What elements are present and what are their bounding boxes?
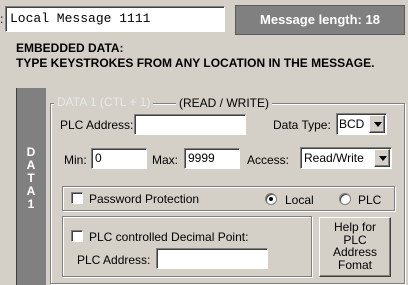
decimal-point-label[interactable]: PLC controlled Decimal Point:	[89, 230, 248, 244]
help-plc-address-format-button[interactable]: Help for PLC Address Fomat	[319, 217, 391, 277]
chevron-down-icon[interactable]	[369, 115, 385, 133]
access-note: (READ / WRITE)	[176, 96, 272, 110]
help-line: Help for	[333, 220, 377, 234]
access-select[interactable]: Read/Write	[300, 147, 392, 169]
side-letter: 1	[27, 197, 35, 211]
radio-plc[interactable]	[339, 193, 351, 205]
data-type-select[interactable]: BCD	[336, 113, 387, 135]
min-input[interactable]: 0	[91, 148, 147, 169]
plc-address-input[interactable]	[134, 114, 246, 135]
max-label: Max:	[152, 153, 179, 167]
message-name-value: Local Message 1111	[10, 11, 151, 26]
min-value: 0	[95, 151, 102, 165]
message-length-panel: Message length: 18	[235, 5, 405, 35]
password-protection-label[interactable]: Password Protection	[89, 192, 199, 206]
max-value: 9999	[188, 151, 215, 165]
chevron-down-icon[interactable]	[374, 149, 390, 167]
decimal-point-checkbox[interactable]	[71, 230, 83, 242]
decimal-address-label: PLC Address:	[77, 253, 151, 267]
max-input[interactable]: 9999	[184, 148, 240, 169]
left-edge-char: :	[0, 12, 4, 26]
data1-group-title: DATA 1 (CTL + 1)	[54, 95, 154, 109]
decimal-address-input[interactable]	[156, 248, 268, 269]
data-type-value: BCD	[339, 117, 365, 131]
data-type-label: Data Type:	[273, 118, 331, 132]
radio-local[interactable]	[265, 193, 277, 205]
group-title-text: DATA 1 (CTL + 1)	[57, 95, 151, 109]
access-label: Access:	[247, 153, 290, 167]
embedded-data-notice: EMBEDDED DATA: TYPE KEYSTROKES FROM ANY …	[16, 41, 406, 71]
data1-side-label: D A T A 1	[25, 146, 37, 211]
message-name-field[interactable]: Local Message 1111	[5, 6, 225, 32]
radio-plc-label[interactable]: PLC	[358, 193, 381, 207]
help-line: Fomat	[337, 257, 372, 272]
password-protection-checkbox[interactable]	[71, 192, 83, 204]
min-label: Min:	[64, 153, 87, 167]
plc-address-label: PLC Address:	[60, 118, 134, 132]
radio-local-label[interactable]: Local	[285, 193, 314, 207]
access-value: Read/Write	[304, 151, 364, 165]
help-line: Address	[332, 245, 378, 259]
notice-line-2: TYPE KEYSTROKES FROM ANY LOCATION IN THE…	[16, 56, 375, 70]
notice-line-1: EMBEDDED DATA:	[16, 41, 124, 55]
